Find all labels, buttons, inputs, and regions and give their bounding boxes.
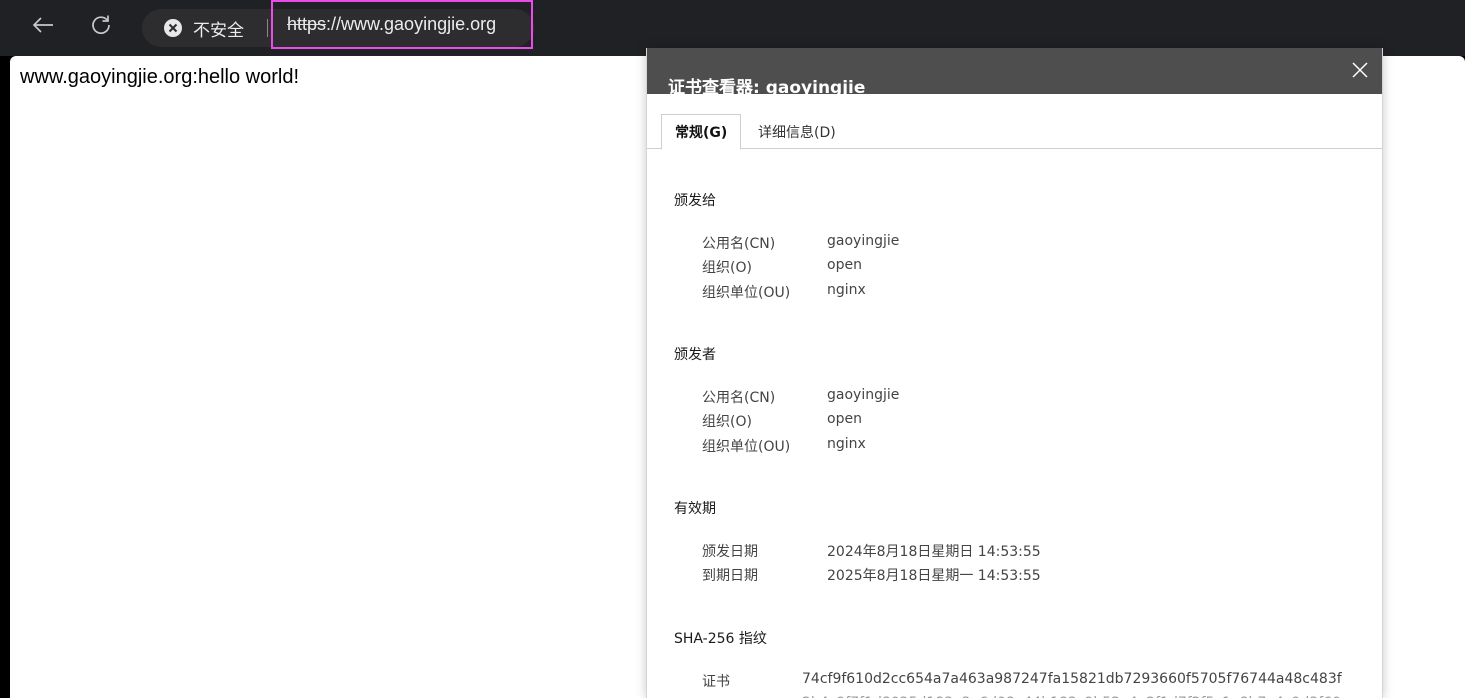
warning-x-icon [164,19,182,37]
tab-details[interactable]: 详细信息(D) [745,114,849,149]
back-button[interactable] [28,10,58,40]
issue-date-value: 2024年8月18日星期日 14:53:55 [827,544,1041,560]
issued-to-heading: 颁发给 [674,193,716,209]
issued-to-o-value: open [827,257,862,273]
refresh-icon [92,15,110,34]
issued-to-ou-value: nginx [827,282,866,298]
issued-by-ou-value: nginx [827,436,866,452]
expiry-date-value: 2025年8月18日星期一 14:53:55 [827,568,1041,584]
address-bar[interactable]: 不安全 https://www.gaoyingjie.org [142,0,534,49]
url-host: ://www.gaoyingjie.org [326,14,497,34]
issued-by-cn-value: gaoyingjie [827,387,900,403]
url-field[interactable]: https://www.gaoyingjie.org [271,0,533,49]
issued-by-o-value: open [827,411,862,427]
site-security-button[interactable]: 不安全 [164,9,244,47]
cert-fingerprint-value: 74cf9f610d2cc654a7a463a987247fa15821db72… [802,671,1342,687]
issued-by-o-label: 组织(O) [702,414,752,430]
page-body-text: www.gaoyingjie.org:hello world! [20,66,300,88]
fingerprint-heading: SHA-256 指纹 [674,631,767,647]
url-scheme: https [287,14,327,34]
issued-by-cn-label: 公用名(CN) [702,390,776,406]
dialog-header: 证书查看器: gaoyingjie [647,48,1382,98]
back-arrow-icon [32,17,53,33]
close-button[interactable] [1348,58,1372,82]
refresh-button[interactable] [86,10,116,40]
issued-to-ou-label: 组织单位(OU) [702,285,791,301]
issued-by-ou-label: 组织单位(OU) [702,439,791,455]
tab-general[interactable]: 常规(G) [661,114,742,150]
issued-to-o-label: 组织(O) [702,260,752,276]
url-text: https://www.gaoyingjie.org [287,14,496,35]
security-status-label: 不安全 [193,20,244,41]
issued-by-heading: 颁发者 [674,347,716,363]
dialog-tabs: 常规(G) 详细信息(D) [647,94,1382,150]
certificate-viewer-dialog: 证书查看器: gaoyingjie 常规(G) 详细信息(D) 颁发给 公用名(… [646,48,1383,698]
close-icon [1352,62,1368,78]
issued-to-cn-label: 公用名(CN) [702,236,776,252]
issue-date-label: 颁发日期 [702,544,758,560]
cert-fingerprint-label: 证书 [702,674,730,690]
address-separator [267,19,268,37]
expiry-date-label: 到期日期 [702,568,758,584]
validity-heading: 有效期 [674,501,716,517]
issued-to-cn-value: gaoyingjie [827,233,900,249]
